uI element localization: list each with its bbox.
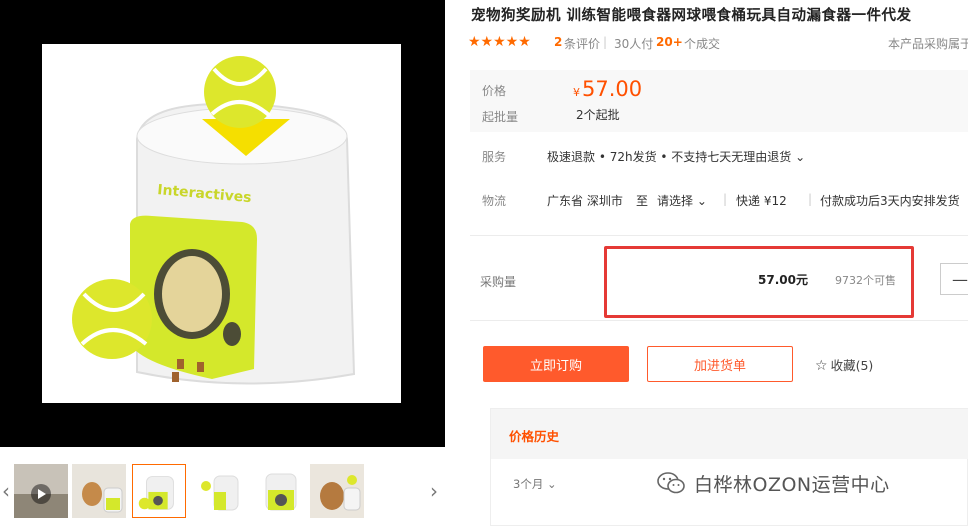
logistics-label: 物流 bbox=[482, 194, 507, 208]
ship-from: 广东省 深圳市 bbox=[547, 194, 623, 208]
quantity-label: 采购量 bbox=[480, 275, 517, 289]
thumbnail-ball-feeder[interactable] bbox=[132, 464, 186, 518]
service-text[interactable]: 极速退款 • 72h发货 • 不支持七天无理由退货 ⌄ bbox=[547, 148, 805, 165]
pet-feeder-illustration: Interactives bbox=[72, 56, 356, 385]
wechat-icon bbox=[657, 472, 685, 494]
review-count[interactable]: 2 bbox=[554, 35, 562, 49]
price-label: 价格 bbox=[482, 84, 507, 98]
thumbnail-dog-photo[interactable] bbox=[310, 464, 364, 518]
history-range-select[interactable]: 3个月 ⌄ bbox=[513, 476, 557, 492]
separator: | bbox=[808, 192, 813, 206]
purchase-source-label: 本产品采购属于 bbox=[888, 37, 968, 51]
ship-to-label: 至 bbox=[636, 194, 649, 208]
price-history-header: 价格历史 bbox=[491, 409, 968, 459]
price-box: 价格 ¥57.00 起批量 2个起批 bbox=[470, 70, 968, 132]
favorite-button[interactable]: ☆ 收藏(5) bbox=[815, 355, 873, 374]
thumbnail-strip: ‹ › bbox=[0, 458, 445, 524]
image-gallery: Interactives ‹ › bbox=[0, 0, 445, 526]
divider bbox=[470, 320, 968, 321]
buy-now-button[interactable]: 立即订购 bbox=[483, 346, 629, 382]
ship-to-select[interactable]: 请选择 ⌄ bbox=[657, 192, 707, 209]
price-history-title[interactable]: 价格历史 bbox=[509, 426, 559, 445]
favorite-label: 收藏(5) bbox=[830, 358, 874, 373]
service-label: 服务 bbox=[482, 150, 507, 164]
service-row: 服务 极速退款 • 72h发货 • 不支持七天无理由退货 ⌄ bbox=[468, 146, 968, 166]
rating-stars-icon: ★★★★★ bbox=[468, 34, 531, 50]
logistics-row: 物流 广东省 深圳市 至 请选择 ⌄ | 快递 ¥12 | 付款成功后3天内安排… bbox=[468, 190, 968, 210]
add-to-cart-button[interactable]: 加进货单 bbox=[647, 346, 793, 382]
thumb-next-arrow[interactable]: › bbox=[428, 464, 440, 518]
main-image-frame: Interactives bbox=[0, 0, 445, 447]
price-value: ¥57.00 bbox=[573, 77, 643, 101]
min-order-value: 2个起批 bbox=[576, 108, 620, 122]
thumbnail-dog[interactable] bbox=[72, 464, 126, 518]
thumbnail-video[interactable] bbox=[14, 464, 68, 518]
deals-label: 个成交 bbox=[684, 37, 721, 51]
separator: | bbox=[723, 192, 728, 206]
watermark-text: 白桦林OZON运营中心 bbox=[694, 473, 890, 496]
star-outline-icon: ☆ bbox=[815, 358, 828, 374]
watermark: 白桦林OZON运营中心 bbox=[656, 468, 890, 498]
price-history-panel: 价格历史 3个月 ⌄ bbox=[490, 408, 968, 526]
separator: | bbox=[603, 35, 608, 49]
min-order-label: 起批量 bbox=[482, 110, 519, 124]
divider bbox=[470, 235, 968, 236]
thumbnail-feeder-front[interactable] bbox=[254, 464, 308, 518]
quantity-minus-button[interactable]: — bbox=[940, 263, 968, 295]
play-icon bbox=[14, 464, 68, 518]
rating-row: ★★★★★ 2 条评价 | 30人付 20+ 个成交 本产品采购属于 bbox=[468, 34, 968, 52]
deals-count: 20+ bbox=[656, 35, 683, 49]
thumbnail-feeder-side[interactable] bbox=[194, 464, 248, 518]
express-fee: 快递 ¥12 bbox=[736, 194, 787, 208]
review-label[interactable]: 条评价 bbox=[564, 35, 600, 52]
quantity-stock: 9732个可售 bbox=[835, 274, 896, 287]
quantity-unit-price: 57.00元 bbox=[758, 273, 808, 287]
product-title: 宠物狗奖励机 训练智能喂食器网球喂食桶玩具自动漏食器一件代发 bbox=[471, 8, 912, 24]
thumb-prev-arrow[interactable]: ‹ bbox=[0, 464, 12, 518]
buyer-count: 30人付 bbox=[614, 37, 654, 51]
shipping-note: 付款成功后3天内安排发货 bbox=[820, 194, 960, 208]
main-product-image[interactable]: Interactives bbox=[42, 44, 401, 403]
